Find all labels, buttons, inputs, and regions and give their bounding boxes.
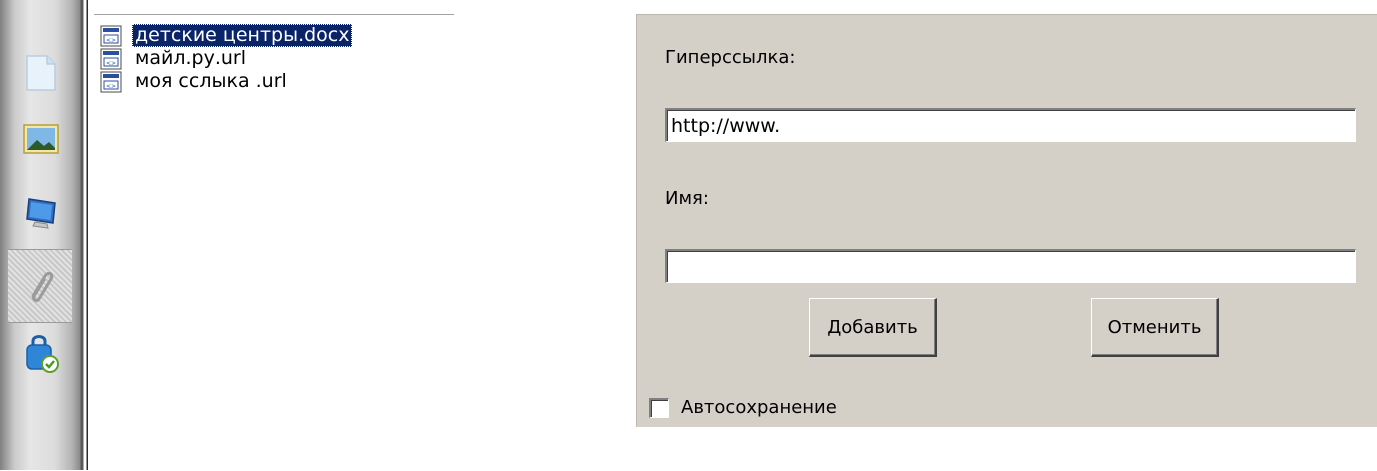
- paperclip-icon: [31, 271, 54, 302]
- picture-icon: [23, 124, 59, 154]
- file-item[interactable]: <> детские центры.docx: [94, 24, 454, 47]
- screen-capture-button[interactable]: [10, 182, 72, 244]
- file-item[interactable]: <> майл.ру.url: [94, 47, 454, 70]
- attach-file-button[interactable]: [8, 249, 72, 323]
- file-name: детские центры.docx: [132, 24, 353, 47]
- attachments-list: <> детские центры.docx <> майл.ру.url <>…: [94, 14, 454, 471]
- url-file-icon: <>: [100, 71, 122, 92]
- url-file-icon: <>: [100, 25, 122, 46]
- secure-storage-button[interactable]: [10, 322, 72, 384]
- hyperlink-label: Гиперссылка:: [665, 47, 796, 68]
- secure-drive-icon: [26, 335, 59, 373]
- file-name: майл.ру.url: [135, 47, 246, 69]
- cancel-button[interactable]: Отменить: [1091, 298, 1219, 357]
- name-input[interactable]: [665, 249, 1356, 283]
- file-item[interactable]: <> моя сслыка .url: [94, 70, 454, 93]
- svg-text:<>: <>: [106, 83, 116, 90]
- autosave-label: Автосохранение: [681, 397, 837, 418]
- monitor-icon: [26, 198, 56, 229]
- url-file-icon: <>: [100, 48, 122, 69]
- hyperlink-dialog: Гиперссылка: Имя: Добавить Отменить Авто…: [636, 14, 1377, 427]
- svg-text:<>: <>: [106, 37, 116, 44]
- svg-text:<>: <>: [106, 60, 116, 67]
- insert-picture-button[interactable]: [10, 108, 72, 170]
- hyperlink-input[interactable]: [665, 108, 1356, 142]
- autosave-checkbox[interactable]: [649, 397, 669, 418]
- side-toolbar: [0, 0, 88, 470]
- autosave-option[interactable]: Автосохранение: [649, 397, 837, 418]
- name-label: Имя:: [665, 188, 709, 209]
- file-name: моя сслыка .url: [135, 70, 287, 92]
- new-document-button[interactable]: [10, 42, 72, 104]
- add-button[interactable]: Добавить: [809, 298, 937, 357]
- document-icon: [26, 55, 56, 91]
